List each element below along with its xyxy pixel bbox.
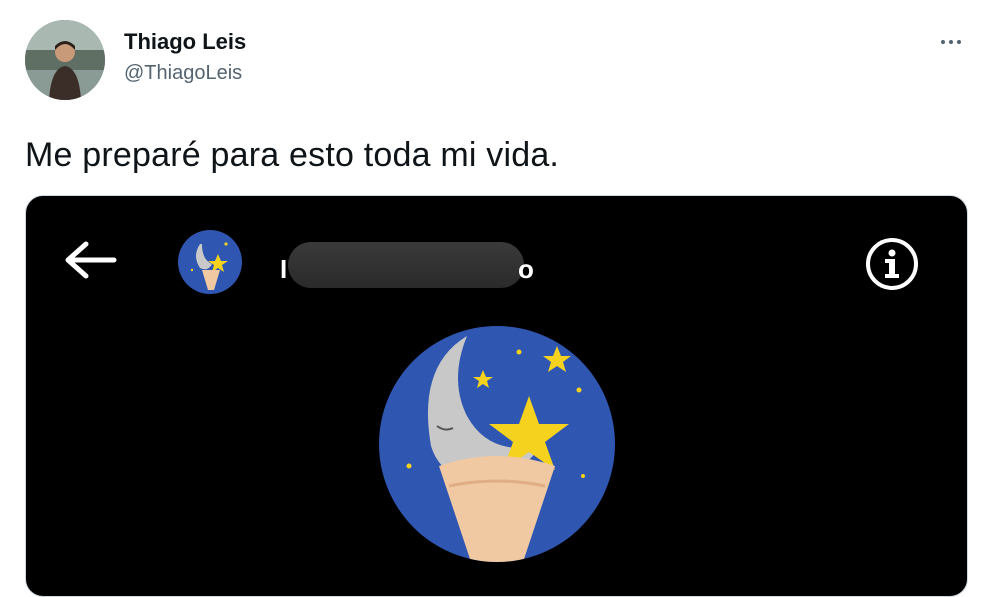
author-avatar[interactable] xyxy=(25,20,105,100)
more-dot xyxy=(949,40,953,44)
author-avatar-image xyxy=(25,20,105,100)
author-handle[interactable]: @ThiagoLeis xyxy=(124,62,242,85)
chat-avatar-icon xyxy=(178,230,242,294)
tweet-text: Me preparé para esto toda mi vida. xyxy=(25,136,560,174)
tweet-media[interactable]: I o xyxy=(25,195,968,597)
profile-picture-icon xyxy=(379,326,615,562)
chat-name-suffix: o xyxy=(518,254,534,284)
more-icon[interactable] xyxy=(934,30,968,54)
chat-name-prefix: I xyxy=(280,254,288,284)
info-icon xyxy=(866,238,918,290)
back-arrow-icon xyxy=(65,241,117,279)
more-dot xyxy=(941,40,945,44)
more-dot xyxy=(957,40,961,44)
author-name[interactable]: Thiago Leis xyxy=(124,29,246,55)
censor-bar xyxy=(288,242,524,288)
